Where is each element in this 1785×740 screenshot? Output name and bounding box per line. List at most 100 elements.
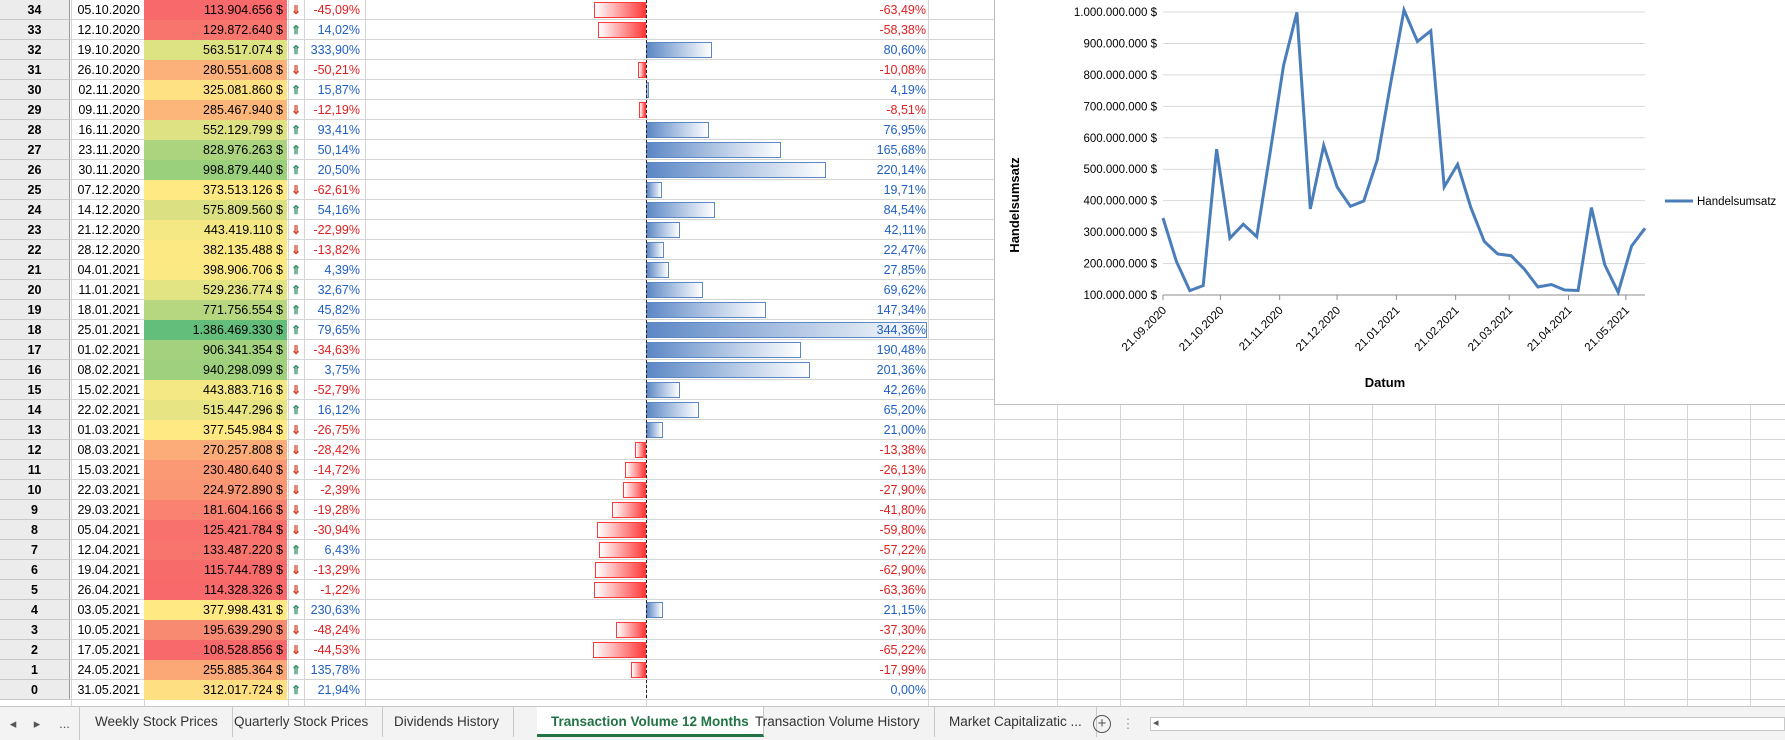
table-row[interactable]: 9 29.03.2021 181.604.166 $ ⇓ -19,28% -41,80% [0, 500, 930, 520]
row-number[interactable]: 22 [0, 240, 70, 260]
row-number[interactable]: 18 [0, 320, 70, 340]
volume-cell[interactable]: 114.328.326 $ [144, 580, 287, 600]
weekly-change-cell[interactable]: -13,29% [304, 560, 364, 580]
spreadsheet-grid[interactable]: 34 05.10.2020 113.904.656 $ ⇓ -45,09% -63,49%… [0, 0, 1785, 706]
add-sheet-button[interactable]: + [1093, 715, 1111, 733]
weekly-change-cell[interactable]: 93,41% [304, 120, 364, 140]
table-row[interactable]: 26 30.11.2020 998.879.440 $ ⇑ 20,50% 220,14% [0, 160, 930, 180]
volume-cell[interactable]: 552.129.799 $ [144, 120, 287, 140]
sheet-tab[interactable]: Transaction Volume 12 Months [537, 707, 764, 737]
table-row[interactable]: 2 17.05.2021 108.528.856 $ ⇓ -44,53% -65,22% [0, 640, 930, 660]
volume-cell[interactable]: 377.545.984 $ [144, 420, 287, 440]
volume-cell[interactable]: 515.447.296 $ [144, 400, 287, 420]
weekly-change-cell[interactable]: 45,82% [304, 300, 364, 320]
sheet-tab[interactable]: Dividends History [380, 707, 515, 737]
row-number[interactable]: 8 [0, 520, 70, 540]
table-row[interactable]: 11 15.03.2021 230.480.640 $ ⇓ -14,72% -26,13% [0, 460, 930, 480]
date-cell[interactable]: 15.03.2021 [71, 460, 143, 480]
volume-cell[interactable]: 373.513.126 $ [144, 180, 287, 200]
weekly-change-cell[interactable]: -1,22% [304, 580, 364, 600]
table-row[interactable]: 7 12.04.2021 133.487.220 $ ⇑ 6,43% -57,22% [0, 540, 930, 560]
tab-splitter-icon[interactable]: ⋮ [1118, 707, 1138, 740]
date-cell[interactable]: 05.10.2020 [71, 0, 143, 20]
weekly-change-cell[interactable]: 14,02% [304, 20, 364, 40]
row-number[interactable]: 24 [0, 200, 70, 220]
table-row[interactable]: 18 25.01.2021 1.386.469.330 $ ⇑ 79,65% 344,36… [0, 320, 930, 340]
date-cell[interactable]: 04.01.2021 [71, 260, 143, 280]
date-cell[interactable]: 09.11.2020 [71, 100, 143, 120]
volume-cell[interactable]: 1.386.469.330 $ [144, 320, 287, 340]
volume-cell[interactable]: 230.480.640 $ [144, 460, 287, 480]
row-number[interactable]: 14 [0, 400, 70, 420]
table-row[interactable]: 10 22.03.2021 224.972.890 $ ⇓ -2,39% -27,90% [0, 480, 930, 500]
volume-cell[interactable]: 377.998.431 $ [144, 600, 287, 620]
weekly-change-cell[interactable]: -45,09% [304, 0, 364, 20]
row-number[interactable]: 17 [0, 340, 70, 360]
volume-cell[interactable]: 133.487.220 $ [144, 540, 287, 560]
weekly-change-cell[interactable]: 50,14% [304, 140, 364, 160]
weekly-change-cell[interactable]: 15,87% [304, 80, 364, 100]
weekly-change-cell[interactable]: -52,79% [304, 380, 364, 400]
date-cell[interactable]: 22.03.2021 [71, 480, 143, 500]
row-number[interactable]: 11 [0, 460, 70, 480]
date-cell[interactable]: 23.11.2020 [71, 140, 143, 160]
scroll-left-icon[interactable]: ◂ [1153, 716, 1159, 729]
table-row[interactable]: 8 05.04.2021 125.421.784 $ ⇓ -30,94% -59,80% [0, 520, 930, 540]
row-number[interactable]: 30 [0, 80, 70, 100]
date-cell[interactable]: 14.12.2020 [71, 200, 143, 220]
table-row[interactable]: 24 14.12.2020 575.809.560 $ ⇑ 54,16% 84,54% [0, 200, 930, 220]
weekly-change-cell[interactable]: 3,75% [304, 360, 364, 380]
date-cell[interactable]: 10.05.2021 [71, 620, 143, 640]
table-row[interactable]: 32 19.10.2020 563.517.074 $ ⇑ 333,90% 80,60% [0, 40, 930, 60]
volume-cell[interactable]: 255.885.364 $ [144, 660, 287, 680]
weekly-change-cell[interactable]: -62,61% [304, 180, 364, 200]
date-cell[interactable]: 02.11.2020 [71, 80, 143, 100]
date-cell[interactable]: 03.05.2021 [71, 600, 143, 620]
date-cell[interactable]: 28.12.2020 [71, 240, 143, 260]
table-row[interactable]: 29 09.11.2020 285.467.940 $ ⇓ -12,19% -8,51% [0, 100, 930, 120]
weekly-change-cell[interactable]: -2,39% [304, 480, 364, 500]
row-number[interactable]: 1 [0, 660, 70, 680]
volume-cell[interactable]: 280.551.608 $ [144, 60, 287, 80]
line-chart[interactable]: 100.000.000 $ 200.000.000 $ 300.000.000 $ 4… [994, 0, 1785, 405]
weekly-change-cell[interactable]: -26,75% [304, 420, 364, 440]
table-row[interactable]: 31 26.10.2020 280.551.608 $ ⇓ -50,21% -10,08% [0, 60, 930, 80]
table-row[interactable]: 15 15.02.2021 443.883.716 $ ⇓ -52,79% 42,26% [0, 380, 930, 400]
date-cell[interactable]: 21.12.2020 [71, 220, 143, 240]
volume-cell[interactable]: 906.341.354 $ [144, 340, 287, 360]
table-row[interactable]: 30 02.11.2020 325.081.860 $ ⇑ 15,87% 4,19% [0, 80, 930, 100]
row-number[interactable]: 29 [0, 100, 70, 120]
table-row[interactable]: 6 19.04.2021 115.744.789 $ ⇓ -13,29% -62,90% [0, 560, 930, 580]
weekly-change-cell[interactable]: 54,16% [304, 200, 364, 220]
weekly-change-cell[interactable]: -19,28% [304, 500, 364, 520]
date-cell[interactable]: 08.03.2021 [71, 440, 143, 460]
weekly-change-cell[interactable]: -28,42% [304, 440, 364, 460]
row-number[interactable]: 32 [0, 40, 70, 60]
weekly-change-cell[interactable]: -34,63% [304, 340, 364, 360]
volume-cell[interactable]: 181.604.166 $ [144, 500, 287, 520]
table-row[interactable]: 16 08.02.2021 940.298.099 $ ⇑ 3,75% 201,36% [0, 360, 930, 380]
table-row[interactable]: 19 18.01.2021 771.756.554 $ ⇑ 45,82% 147,34% [0, 300, 930, 320]
horizontal-scrollbar[interactable]: ◂ [1150, 717, 1785, 731]
volume-cell[interactable]: 312.017.724 $ [144, 680, 287, 700]
volume-cell[interactable]: 443.883.716 $ [144, 380, 287, 400]
row-number[interactable]: 34 [0, 0, 70, 20]
table-row[interactable]: 20 11.01.2021 529.236.774 $ ⇑ 32,67% 69,62% [0, 280, 930, 300]
table-row[interactable]: 1 24.05.2021 255.885.364 $ ⇑ 135,78% -17,99% [0, 660, 930, 680]
weekly-change-cell[interactable]: -30,94% [304, 520, 364, 540]
table-row[interactable]: 12 08.03.2021 270.257.808 $ ⇓ -28,42% -13,38% [0, 440, 930, 460]
row-number[interactable]: 33 [0, 20, 70, 40]
row-number[interactable]: 13 [0, 420, 70, 440]
weekly-change-cell[interactable]: 79,65% [304, 320, 364, 340]
date-cell[interactable]: 12.04.2021 [71, 540, 143, 560]
row-number[interactable]: 16 [0, 360, 70, 380]
row-number[interactable]: 6 [0, 560, 70, 580]
table-row[interactable]: 3 10.05.2021 195.639.290 $ ⇓ -48,24% -37,30% [0, 620, 930, 640]
weekly-change-cell[interactable]: 230,63% [304, 600, 364, 620]
volume-cell[interactable]: 828.976.263 $ [144, 140, 287, 160]
row-number[interactable]: 12 [0, 440, 70, 460]
weekly-change-cell[interactable]: -22,99% [304, 220, 364, 240]
date-cell[interactable]: 18.01.2021 [71, 300, 143, 320]
weekly-change-cell[interactable]: -14,72% [304, 460, 364, 480]
row-number[interactable]: 9 [0, 500, 70, 520]
